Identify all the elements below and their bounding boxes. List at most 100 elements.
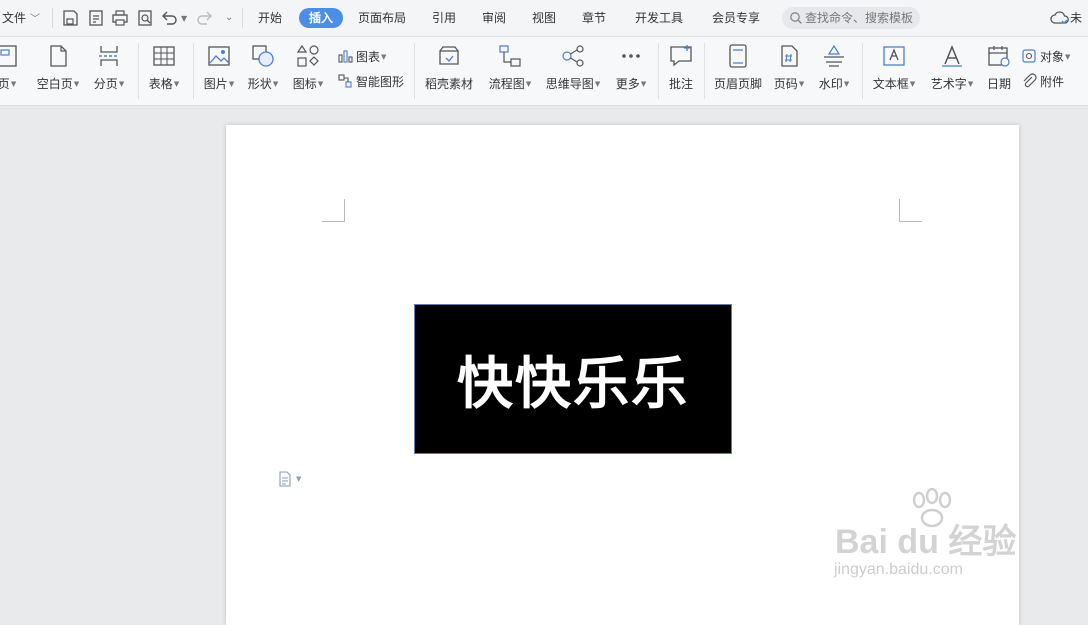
word-art-label: 艺术字 (930, 77, 967, 91)
comment-button[interactable]: 批注 (664, 43, 698, 99)
flowchart-icon (497, 43, 523, 69)
ribbon-divider (658, 43, 659, 99)
icon-label: 图标 (292, 77, 317, 91)
smart-art-label: 智能图形 (356, 75, 405, 89)
redo-icon[interactable] (196, 9, 214, 27)
text-box-content[interactable]: 快快乐乐 (457, 339, 689, 420)
watermark-icon (821, 43, 847, 69)
page-number-icon (776, 43, 802, 69)
tab-references[interactable]: 引用 (432, 0, 456, 36)
word-art-button[interactable]: 艺术字▼ (928, 43, 976, 99)
more-button[interactable]: 更多▼ (612, 43, 650, 99)
mind-map-button[interactable]: 思维导图▼ (543, 43, 603, 99)
divider (242, 8, 243, 28)
ribbon-divider (414, 43, 415, 99)
page-break-button[interactable]: 分页▼ (91, 43, 127, 99)
shape-button[interactable]: 形状▼ (245, 43, 281, 99)
divider (52, 8, 53, 28)
tab-insert[interactable]: 插入 (299, 8, 344, 28)
cover-page-icon (0, 43, 20, 69)
tab-review[interactable]: 审阅 (482, 0, 506, 36)
mind-map-icon (560, 43, 586, 69)
undo-dropdown-icon[interactable]: ▼ (181, 14, 187, 23)
smart-art-button[interactable]: 智能图形 (337, 72, 404, 92)
ribbon-divider (138, 43, 139, 99)
export-pdf-icon[interactable] (87, 9, 105, 27)
docer-material-label: 稻壳素材 (424, 77, 473, 91)
shape-icon (250, 43, 276, 69)
word-art-icon (939, 43, 965, 69)
print-icon[interactable] (111, 9, 129, 27)
tab-member-exclusive[interactable]: 会员专享 (712, 0, 760, 36)
object-button[interactable]: 对象▼ (1021, 47, 1070, 67)
customize-toolbar-icon[interactable]: ⌄ (225, 12, 233, 23)
cloud-sync-icon[interactable] (1050, 9, 1070, 31)
chevron-down-icon: ▼ (296, 475, 302, 483)
header-footer-icon (725, 43, 751, 69)
chevron-down-icon: ﹀ (30, 14, 41, 25)
file-menu-label: 文件 (2, 11, 27, 25)
smart-art-icon (338, 74, 352, 88)
text-box-button[interactable]: 文本框▼ (870, 43, 918, 99)
object-icon (1022, 49, 1036, 63)
object-label: 对象 (1040, 50, 1065, 64)
comment-label: 批注 (668, 77, 693, 91)
more-label: 更多 (615, 77, 640, 91)
ribbon-divider (862, 43, 863, 99)
date-label: 日期 (986, 77, 1011, 91)
margin-corner-top-right (899, 199, 922, 222)
paragraph-layout-button[interactable]: ▼ (278, 471, 301, 491)
command-search-box[interactable]: 查找命令、搜索模板 (782, 7, 920, 29)
chart-button[interactable]: 图表▼ (337, 47, 386, 67)
table-icon (151, 43, 177, 69)
cover-page-button[interactable]: 页▼ (0, 43, 22, 99)
undo-icon[interactable] (160, 9, 178, 27)
docer-material-icon (436, 43, 462, 69)
page-break-label: 分页 (93, 77, 118, 91)
date-button[interactable]: 日期 (983, 43, 1015, 99)
tab-page-layout[interactable]: 页面布局 (358, 0, 406, 36)
table-button[interactable]: 表格▼ (146, 43, 182, 99)
paragraph-layout-icon (279, 471, 291, 487)
menu-tab-bar: 文件 ﹀ ▼ ⌄ 开始 插入 页面布局 引用 审阅 视图 章节 开发工具 会员专享… (0, 0, 1088, 37)
attachment-button[interactable]: 附件 (1021, 72, 1064, 92)
picture-button[interactable]: 图片▼ (201, 43, 237, 99)
mind-map-label: 思维导图 (545, 77, 594, 91)
search-placeholder: 查找命令、搜索模板 (805, 11, 914, 25)
page-break-icon (96, 43, 122, 69)
tab-view[interactable]: 视图 (532, 0, 556, 36)
tab-section[interactable]: 章节 (582, 0, 606, 36)
header-footer-button[interactable]: 页眉页脚 (711, 43, 765, 99)
insert-ribbon: 页▼ 空白页▼ 分页▼ 表格▼ 图片▼ 形状▼ 图标▼ 图表▼ 智能图形 稻壳素… (0, 37, 1088, 106)
table-label: 表格 (148, 77, 173, 91)
cloud-sync-status[interactable]: 未 (1070, 0, 1082, 36)
paperclip-icon (1023, 73, 1037, 88)
flowchart-button[interactable]: 流程图▼ (486, 43, 534, 99)
shape-label: 形状 (247, 77, 272, 91)
page-number-label: 页码 (773, 77, 798, 91)
ribbon-divider (193, 43, 194, 99)
tab-developer-tools[interactable]: 开发工具 (635, 0, 683, 36)
text-box-shape[interactable]: 快快乐乐 (414, 304, 732, 454)
print-preview-icon[interactable] (136, 9, 154, 27)
watermark-button[interactable]: 水印▼ (815, 43, 853, 99)
watermark-brand-text: Bai du 经验 (835, 523, 1017, 561)
picture-label: 图片 (203, 77, 228, 91)
save-icon[interactable] (61, 9, 79, 27)
icon-button[interactable]: 图标▼ (290, 43, 326, 99)
baidu-jingyan-watermark: Bai du 经验 jingyan.baidu.com (832, 488, 1032, 588)
text-box-icon (881, 43, 907, 69)
page-number-button[interactable]: 页码▼ (771, 43, 807, 99)
cover-page-label: 页 (0, 77, 10, 91)
comment-icon (668, 43, 694, 69)
chart-label: 图表 (356, 50, 381, 64)
tab-home[interactable]: 开始 (258, 0, 282, 36)
search-icon (790, 12, 802, 24)
file-menu[interactable]: 文件 ﹀ (0, 0, 40, 36)
docer-material-button[interactable]: 稻壳素材 (422, 43, 476, 99)
more-dots-icon (618, 43, 644, 69)
watermark-label: 水印 (818, 77, 843, 91)
calendar-icon (986, 43, 1012, 69)
blank-page-button[interactable]: 空白页▼ (35, 43, 81, 99)
margin-corner-top-left (322, 199, 345, 222)
